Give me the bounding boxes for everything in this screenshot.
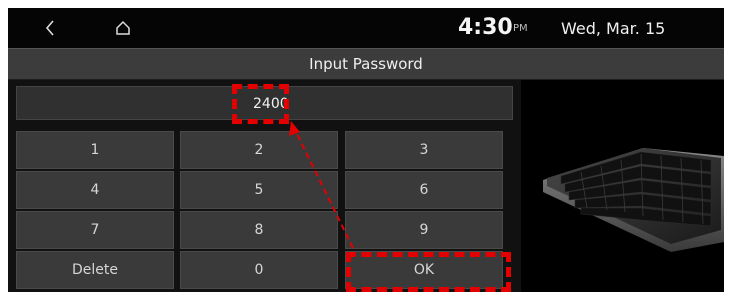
status-bar: 4:30 PM Wed, Mar. 15 xyxy=(8,8,724,48)
password-value: 2400 xyxy=(253,96,289,112)
key-6[interactable]: 6 xyxy=(345,171,503,209)
password-field[interactable]: 2400 xyxy=(16,86,513,120)
key-5[interactable]: 5 xyxy=(180,171,338,209)
date-label: Wed, Mar. 15 xyxy=(561,19,666,38)
key-8[interactable]: 8 xyxy=(180,211,338,249)
infotainment-screen: 4:30 PM Wed, Mar. 15 Input Password 2400… xyxy=(8,8,724,292)
key-2[interactable]: 2 xyxy=(180,131,338,169)
clock-ampm: PM xyxy=(513,23,528,34)
keyboard-image xyxy=(543,148,724,252)
key-9[interactable]: 9 xyxy=(345,211,503,249)
page-title: Input Password xyxy=(309,55,423,73)
ok-button[interactable]: OK xyxy=(345,251,503,289)
clock-time: 4:30 xyxy=(458,15,513,40)
key-4[interactable]: 4 xyxy=(16,171,174,209)
home-icon xyxy=(116,20,130,35)
keyboard-illustration xyxy=(521,80,724,292)
home-button[interactable] xyxy=(108,14,138,42)
title-bar: Input Password xyxy=(8,48,724,80)
keypad-panel: 2400 1 2 3 4 5 6 7 8 9 Delete 0 OK xyxy=(8,80,521,292)
delete-button[interactable]: Delete xyxy=(16,251,174,289)
key-0[interactable]: 0 xyxy=(180,251,338,289)
key-7[interactable]: 7 xyxy=(16,211,174,249)
key-1[interactable]: 1 xyxy=(16,131,174,169)
back-button[interactable] xyxy=(36,14,64,42)
chevron-left-icon xyxy=(45,20,54,36)
key-3[interactable]: 3 xyxy=(345,131,503,169)
